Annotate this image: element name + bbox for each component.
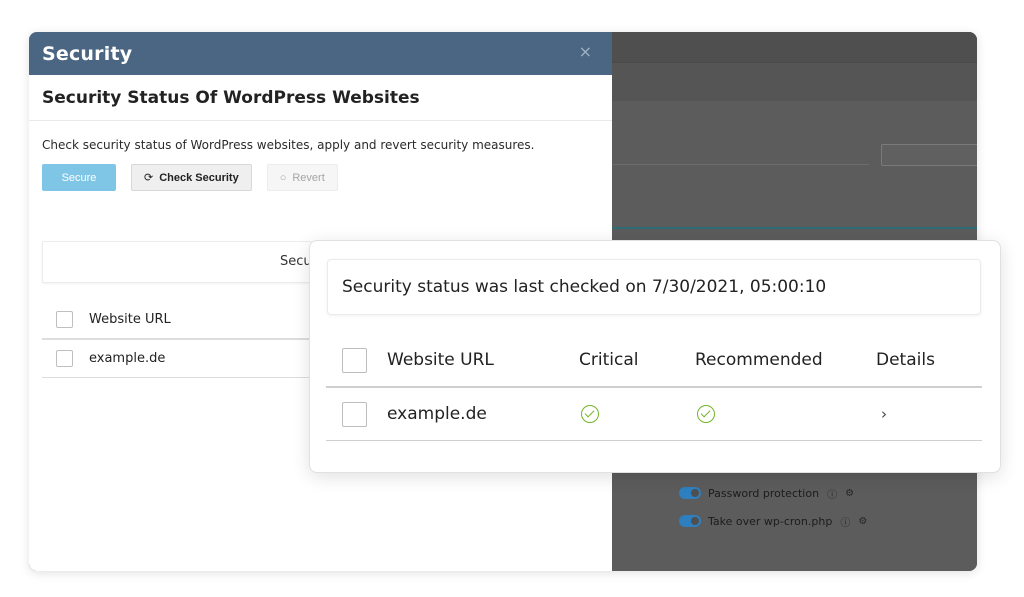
column-header-recommended: Recommended (695, 350, 823, 370)
row-url: example.de (89, 351, 166, 366)
action-toolbar: Secure ⟳ Check Security ○ Revert (42, 164, 338, 191)
critical-check-icon (581, 405, 599, 423)
close-icon[interactable]: × (579, 44, 592, 60)
column-header-url: Website URL (89, 312, 171, 327)
background-search-input (881, 144, 977, 166)
revert-icon: ○ (279, 171, 287, 184)
background-toggle-list: Password protection ⓘ ⚙ Take over wp-cro… (679, 484, 867, 540)
column-header-critical: Critical (579, 350, 639, 370)
help-icon: ⓘ (840, 517, 851, 529)
page-title: Security Status Of WordPress Websites (42, 87, 420, 108)
table-row[interactable]: example.de (42, 340, 310, 378)
row-checkbox[interactable] (56, 350, 73, 367)
background-accent-line (612, 227, 977, 229)
dialog-title: Security (42, 42, 133, 65)
dialog-header: Security × (29, 32, 612, 75)
dialog-description: Check security status of WordPress websi… (42, 138, 535, 152)
toggle-row-password-protection: Password protection ⓘ ⚙ (679, 484, 867, 502)
column-header-details: Details (876, 350, 935, 370)
section-panel: Secu (42, 241, 312, 283)
row-url: example.de (387, 404, 487, 424)
dialog-subheader: Security Status Of WordPress Websites (29, 75, 612, 121)
revert-label: Revert (292, 171, 325, 184)
settings-icon: ⚙ (845, 487, 855, 499)
check-security-button[interactable]: ⟳ Check Security (131, 164, 252, 191)
status-bar: Security status was last checked on 7/30… (327, 259, 981, 315)
status-table-header: Website URL Critical Recommended Details (326, 334, 982, 388)
column-header-url: Website URL (387, 350, 494, 370)
toggle-switch (679, 515, 701, 527)
section-label: Secu (280, 254, 312, 269)
background-divider (612, 164, 869, 165)
select-all-checkbox[interactable] (56, 311, 73, 328)
help-icon: ⓘ (827, 489, 838, 501)
toggle-label: Password protection (708, 486, 820, 500)
security-status-card: Security status was last checked on 7/30… (309, 240, 1001, 473)
table-header: Website URL (42, 301, 310, 340)
check-security-label: Check Security (159, 171, 239, 184)
status-table: Website URL Critical Recommended Details… (326, 334, 982, 441)
refresh-icon: ⟳ (144, 172, 154, 184)
last-checked-text: Security status was last checked on 7/30… (342, 277, 827, 297)
websites-table: Website URL example.de (42, 301, 310, 378)
toggle-label: Take over wp-cron.php (708, 514, 833, 528)
toggle-switch (679, 487, 701, 499)
chevron-right-icon[interactable]: › (881, 405, 887, 423)
table-row[interactable]: example.de › (326, 388, 982, 441)
toggle-row-wp-cron: Take over wp-cron.php ⓘ ⚙ (679, 512, 867, 530)
secure-button[interactable]: Secure (42, 164, 116, 191)
recommended-check-icon (697, 405, 715, 423)
settings-icon: ⚙ (858, 515, 868, 527)
revert-button[interactable]: ○ Revert (266, 164, 338, 191)
select-all-checkbox[interactable] (342, 347, 367, 373)
row-checkbox[interactable] (342, 401, 367, 427)
